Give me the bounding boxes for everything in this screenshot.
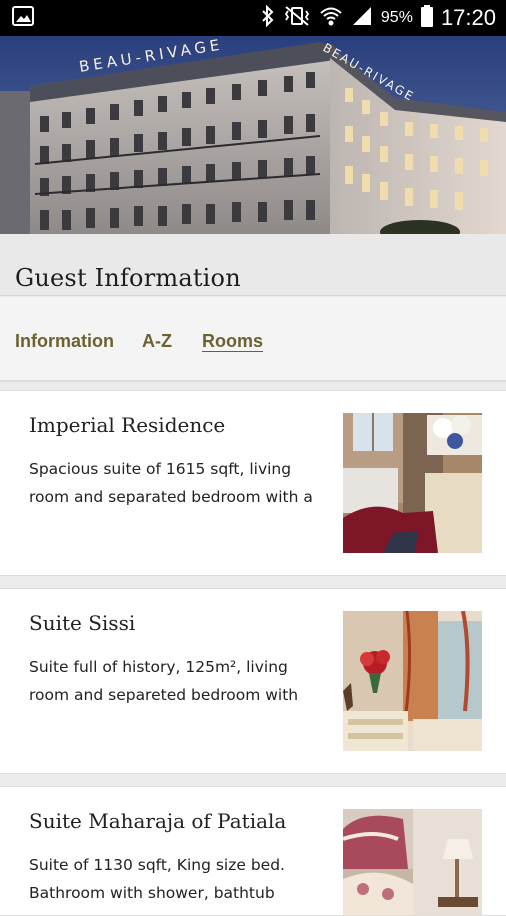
signal-icon: [351, 5, 373, 31]
battery-icon: [420, 5, 433, 31]
room-card-suite-sissi[interactable]: Suite Sissi Suite full of history, 125m²…: [0, 588, 506, 774]
vibrate-icon: [283, 5, 311, 31]
page-header: Guest Information: [0, 234, 506, 296]
room-thumbnail: [343, 413, 482, 553]
image-icon: [12, 6, 34, 30]
tab-rooms[interactable]: Rooms: [202, 331, 263, 352]
room-title: Suite Maharaja of Patiala: [29, 809, 287, 833]
room-description: Suite full of history, 125m², living roo…: [29, 658, 299, 704]
bluetooth-icon: [261, 4, 275, 31]
room-title: Suite Sissi: [29, 611, 136, 635]
room-description: Spacious suite of 1615 sqft, living room…: [29, 460, 313, 506]
battery-percent: 95%: [380, 9, 413, 26]
room-description: Suite of 1130 sqft, King size bed. Bathr…: [29, 856, 285, 902]
tab-information[interactable]: Information: [15, 331, 114, 352]
room-thumbnail: [343, 611, 482, 751]
clock: 17:20: [440, 5, 496, 30]
hotel-hero-image: BEAU-RIVAGE BEAU-RIVAGE: [0, 36, 506, 234]
room-title: Imperial Residence: [29, 413, 226, 437]
tab-bar: Information A-Z Rooms: [0, 297, 506, 382]
tab-a-z[interactable]: A-Z: [142, 331, 172, 352]
status-bar: 95% 17:20: [0, 0, 506, 36]
wifi-icon: [319, 5, 343, 31]
room-card-imperial-residence[interactable]: Imperial Residence Spacious suite of 161…: [0, 390, 506, 576]
page-title: Guest Information: [15, 264, 241, 292]
room-card-suite-maharaja-of-patiala[interactable]: Suite Maharaja of Patiala Suite of 1130 …: [0, 786, 506, 916]
